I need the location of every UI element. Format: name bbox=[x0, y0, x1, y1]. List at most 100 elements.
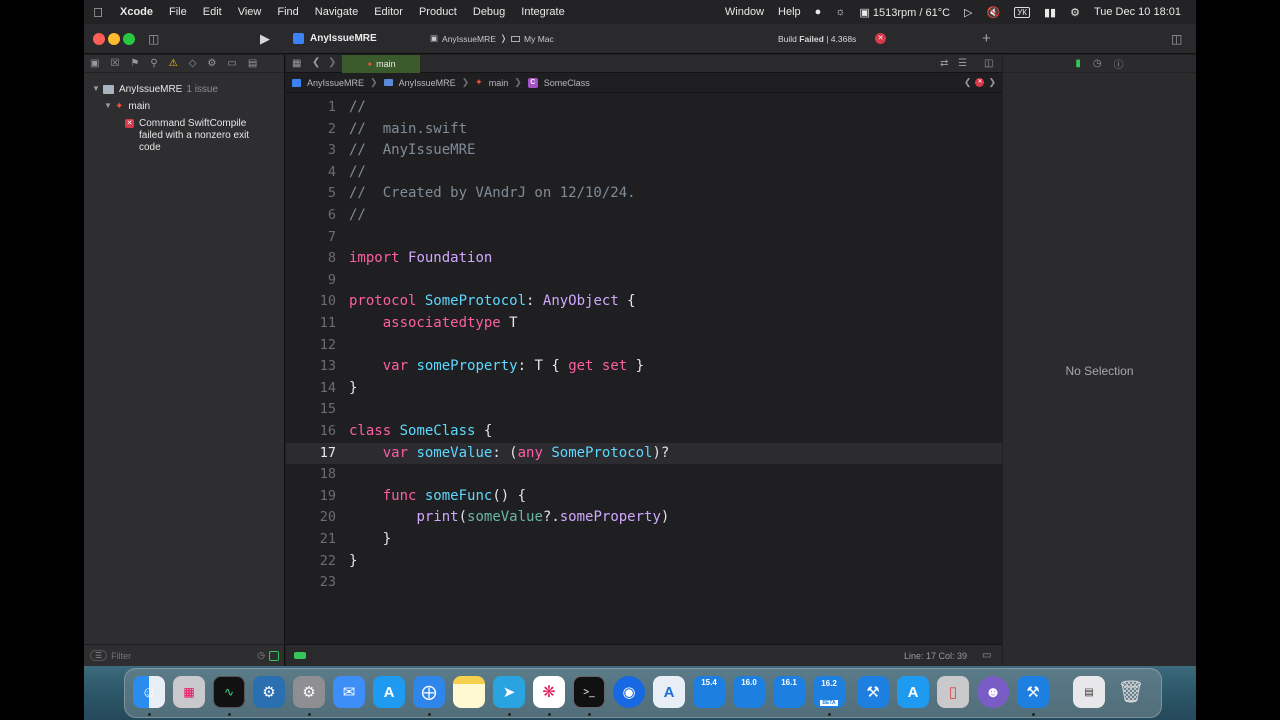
slack-icon[interactable]: ❋ bbox=[533, 676, 565, 708]
zoom-window-button[interactable] bbox=[123, 33, 135, 45]
editor-options-icon[interactable]: ☰ bbox=[958, 58, 967, 69]
mail-icon[interactable]: ✉ bbox=[333, 676, 365, 708]
safari-icon[interactable]: ⨁ bbox=[413, 676, 445, 708]
code-line: 5 // Created by VAndrJ on 12/10/24. bbox=[286, 183, 1002, 204]
telegram-icon[interactable]: ➤ bbox=[493, 676, 525, 708]
breadcrumb-symbol[interactable]: SomeClass bbox=[544, 78, 590, 88]
warning-icon[interactable]: ⚠ bbox=[169, 58, 178, 69]
menu-help[interactable]: Help bbox=[773, 6, 806, 18]
forward-icon[interactable]: ❯ bbox=[328, 57, 336, 68]
control-center-icon[interactable]: ⚙ bbox=[1065, 6, 1085, 19]
back-icon[interactable]: ❮ bbox=[312, 57, 320, 68]
fan-status[interactable]: ▣ 1513rpm / 61°C bbox=[854, 6, 955, 19]
close-window-button[interactable] bbox=[93, 33, 105, 45]
settings-icon[interactable]: ⚙ bbox=[253, 676, 285, 708]
split-editor-icon[interactable]: ◫ bbox=[984, 58, 993, 69]
mute-icon[interactable]: 🔇 bbox=[982, 6, 1006, 19]
record-icon[interactable]: ● bbox=[810, 6, 827, 18]
notes-icon[interactable] bbox=[453, 676, 485, 708]
chevron-right-icon: ❯ bbox=[370, 77, 378, 87]
build-time: | 4.368s bbox=[826, 34, 857, 44]
debug-area-icon[interactable]: ▭ bbox=[982, 650, 991, 661]
activity-monitor-icon[interactable]: ∿ bbox=[213, 676, 245, 708]
preview-icon[interactable]: ▤ bbox=[1073, 676, 1105, 708]
line-number: 12 bbox=[319, 336, 336, 353]
menu-navigate[interactable]: Navigate bbox=[307, 6, 366, 18]
terminal-icon[interactable]: >_ bbox=[573, 676, 605, 708]
keyboard-layout[interactable]: УК bbox=[1009, 6, 1035, 18]
code-line: 7 bbox=[286, 227, 1002, 248]
source-control-icon[interactable]: ☒ bbox=[110, 58, 119, 69]
next-issue-icon[interactable]: ❯ bbox=[988, 77, 996, 88]
app-store-icon[interactable]: A bbox=[373, 676, 405, 708]
battery-icon[interactable]: ▮▮ bbox=[1039, 6, 1061, 19]
simulator-icon[interactable]: ▯ bbox=[937, 676, 969, 708]
xcode-16-1-icon[interactable]: 16.1 bbox=[773, 676, 805, 708]
menu-integrate[interactable]: Integrate bbox=[513, 6, 572, 18]
menu-edit[interactable]: Edit bbox=[195, 6, 230, 18]
inspector-toggle-icon[interactable]: ◫ bbox=[1171, 32, 1182, 46]
xcode-16-2-icon[interactable]: 16.2 BETA bbox=[813, 676, 845, 708]
code-editor[interactable]: 1 // 2 // main.swift 3 // AnyIssueMRE 4 // 5… bbox=[286, 95, 1002, 643]
build-error-indicator-icon[interactable]: ✕ bbox=[875, 33, 886, 44]
minimize-window-button[interactable] bbox=[108, 33, 120, 45]
search-icon[interactable]: ⚲ bbox=[150, 58, 157, 69]
breadcrumb-folder[interactable]: AnyIssueMRE bbox=[399, 78, 456, 88]
proxyman-icon[interactable]: ◉ bbox=[613, 676, 645, 708]
play-icon[interactable]: ▷ bbox=[959, 6, 977, 19]
sidebar-toggle-icon[interactable]: ◫ bbox=[148, 32, 159, 46]
scheme-selector[interactable]: ▣ AnyIssueMRE ❭ My Mac bbox=[430, 33, 554, 44]
debug-icon[interactable]: ⚙ bbox=[207, 58, 216, 69]
folder-icon[interactable]: ▣ bbox=[90, 58, 99, 69]
menu-product[interactable]: Product bbox=[411, 6, 465, 18]
apple-menu-icon[interactable]:  bbox=[84, 5, 112, 20]
breadcrumb-project[interactable]: AnyIssueMRE bbox=[307, 78, 364, 88]
add-icon[interactable]: + bbox=[982, 30, 991, 47]
run-button[interactable]: ▶ bbox=[260, 31, 270, 47]
file-inspector-icon[interactable]: ▮ bbox=[1075, 58, 1081, 69]
test-icon[interactable]: ◇ bbox=[189, 58, 197, 69]
previous-issue-icon[interactable]: ❮ bbox=[964, 77, 972, 88]
menu-app[interactable]: Xcode bbox=[112, 6, 161, 18]
bookmark-icon[interactable]: ⚑ bbox=[130, 58, 139, 69]
menu-view[interactable]: View bbox=[230, 6, 270, 18]
issues-filter-icon[interactable] bbox=[269, 650, 279, 661]
xcode-alt-icon[interactable]: ⚒ bbox=[1017, 676, 1049, 708]
xcode-icon[interactable]: ⚒ bbox=[857, 676, 889, 708]
editor-tab-main[interactable]: ✦ main bbox=[342, 55, 420, 73]
line-number: 17 bbox=[319, 444, 336, 461]
app-store-connect-icon[interactable]: A bbox=[897, 676, 929, 708]
filter-input[interactable] bbox=[111, 650, 252, 661]
trash-icon[interactable]: 🗑 bbox=[1115, 676, 1147, 708]
launchpad-icon[interactable]: ▦ bbox=[173, 676, 205, 708]
menu-editor[interactable]: Editor bbox=[366, 6, 411, 18]
menu-window[interactable]: Window bbox=[720, 6, 769, 18]
debug-area-toggle-icon[interactable] bbox=[294, 652, 306, 659]
xcode-15-4-icon[interactable]: 15.4 bbox=[693, 676, 725, 708]
recent-files-icon[interactable]: ◷ bbox=[257, 650, 265, 661]
brightness-icon[interactable]: ☼ bbox=[830, 6, 850, 18]
tree-row-main[interactable]: ▼ ✦ main bbox=[104, 101, 150, 112]
instruments-icon[interactable]: A bbox=[653, 676, 685, 708]
system-preferences-icon[interactable]: ⚙ bbox=[293, 676, 325, 708]
filter-icon[interactable]: ☰ bbox=[90, 650, 108, 661]
line-number: 18 bbox=[319, 466, 336, 483]
help-inspector-icon[interactable]: ⓘ bbox=[1114, 56, 1124, 71]
related-items-icon[interactable]: ▦ bbox=[292, 58, 301, 69]
menu-file[interactable]: File bbox=[161, 6, 195, 18]
menu-debug[interactable]: Debug bbox=[465, 6, 513, 18]
ghost-icon[interactable]: ☻ bbox=[977, 676, 1009, 708]
tree-row-project[interactable]: ▼ AnyIssueMRE 1 issue bbox=[92, 84, 218, 95]
cursor-position: Line: 17 Col: 39 bbox=[904, 651, 968, 661]
error-icon[interactable]: ✕ bbox=[975, 78, 985, 87]
report-icon[interactable]: ▤ bbox=[248, 58, 257, 69]
source-control-changes-icon[interactable]: ⇄ bbox=[940, 58, 948, 69]
breadcrumb-file[interactable]: main bbox=[489, 78, 509, 88]
xcode-16-0-icon[interactable]: 16.0 bbox=[733, 676, 765, 708]
breakpoint-icon[interactable]: ▭ bbox=[227, 58, 236, 69]
project-title: AnyIssueMRE bbox=[310, 33, 377, 44]
finder-icon[interactable]: ☺ bbox=[133, 676, 165, 708]
menu-find[interactable]: Find bbox=[269, 6, 306, 18]
menubar-clock[interactable]: Tue Dec 10 18:01 bbox=[1089, 6, 1186, 18]
history-inspector-icon[interactable]: ◷ bbox=[1093, 58, 1102, 69]
